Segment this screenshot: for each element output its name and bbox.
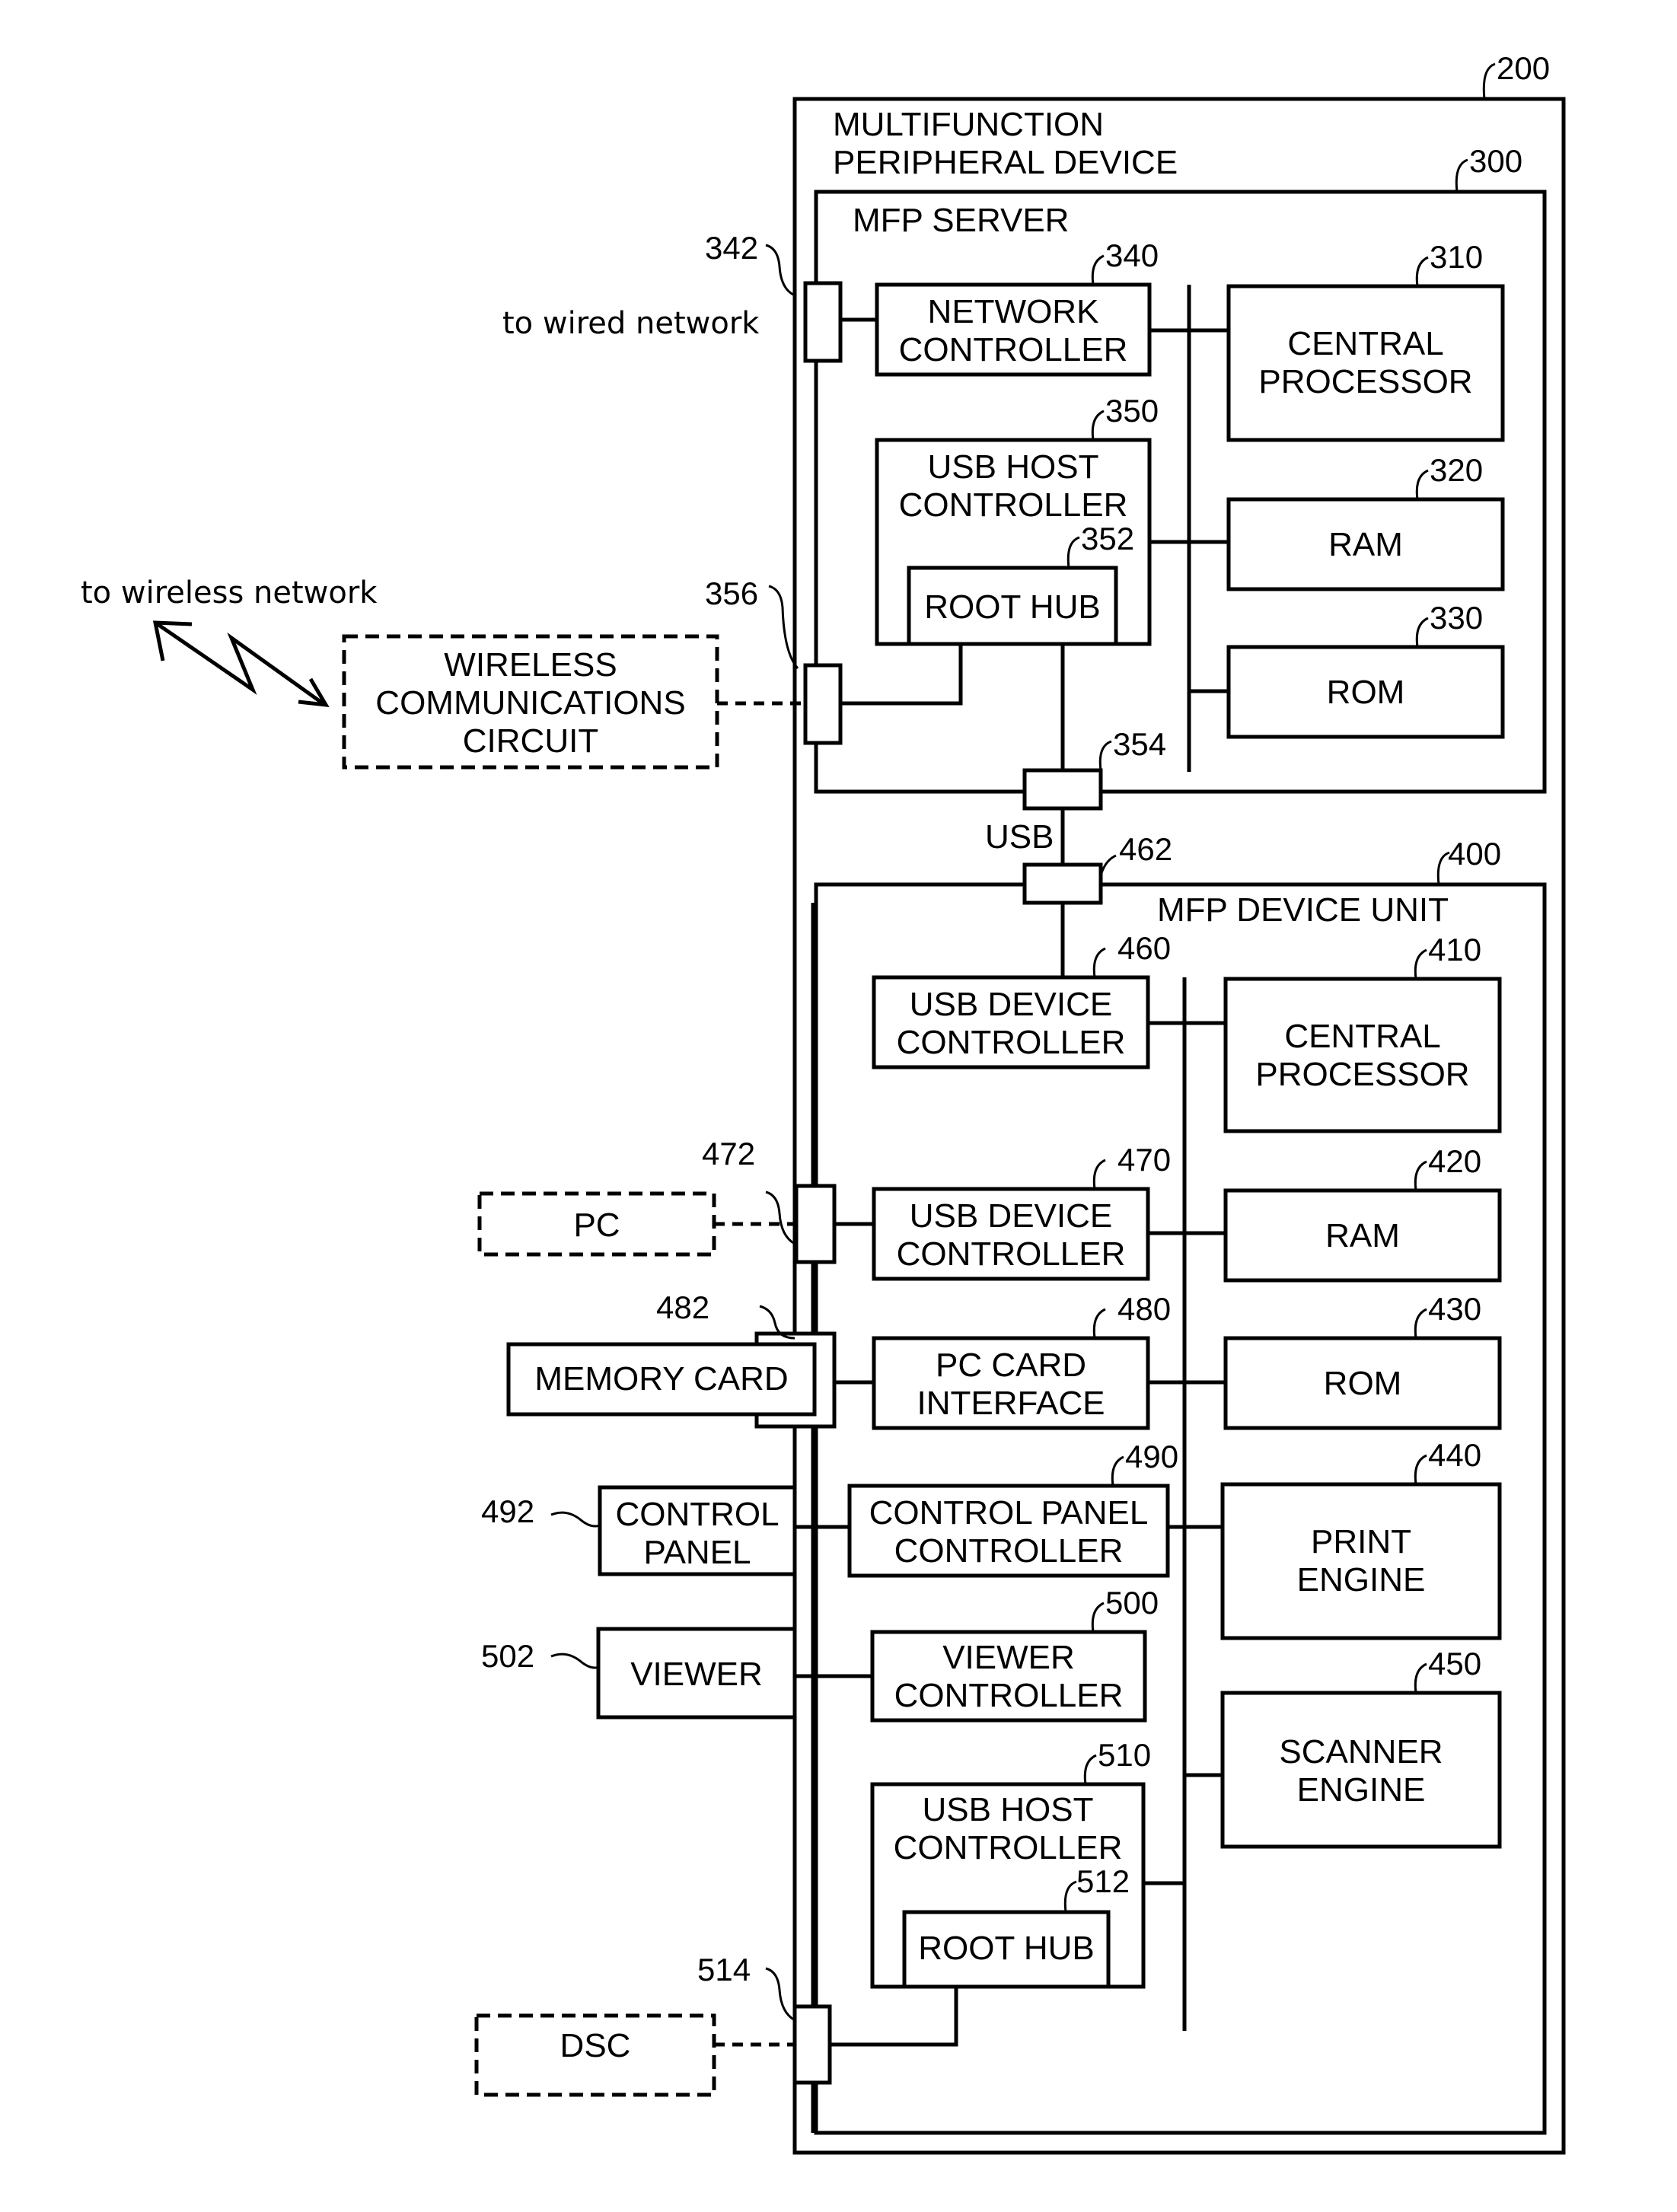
device-unit-title: MFP DEVICE UNIT — [1157, 891, 1449, 929]
control-panel-controller-line2: CONTROLLER — [894, 1532, 1124, 1570]
device-ram-label: RAM — [1325, 1217, 1400, 1254]
ref-430: 430 — [1428, 1291, 1481, 1327]
control-panel-line2: PANEL — [643, 1534, 751, 1571]
ref-440: 440 — [1428, 1437, 1481, 1473]
pc-port-472 — [794, 1184, 837, 1264]
server-usb-host-line2: CONTROLLER — [899, 486, 1128, 524]
device-usb-host-line1: USB HOST — [923, 1791, 1094, 1828]
usb-device-controller-460-line2: CONTROLLER — [897, 1024, 1126, 1061]
usb-device-controller-470-line1: USB DEVICE — [910, 1197, 1113, 1235]
control-panel-line1: CONTROL — [615, 1496, 779, 1533]
ref-320: 320 — [1430, 452, 1483, 488]
dsc-port-514 — [792, 2004, 832, 2085]
device-cpu-box — [1223, 977, 1502, 1133]
server-cpu-line1: CENTRAL — [1287, 325, 1443, 362]
wireless-circuit-line3: CIRCUIT — [463, 722, 598, 760]
memory-card-label: MEMORY CARD — [534, 1360, 788, 1398]
usb-port-354 — [1022, 768, 1103, 811]
network-controller-line2: CONTROLLER — [899, 331, 1128, 368]
ref-502: 502 — [481, 1638, 534, 1674]
mfp-title-line1: MULTIFUNCTION — [833, 106, 1104, 143]
ref-352: 352 — [1081, 521, 1134, 556]
server-rom-label: ROM — [1327, 674, 1405, 711]
server-cpu-line2: PROCESSOR — [1258, 363, 1472, 400]
device-root-hub-label: ROOT HUB — [918, 1930, 1094, 1967]
ref-514: 514 — [697, 1952, 751, 1987]
ref-450: 450 — [1428, 1646, 1481, 1681]
print-engine-line2: ENGINE — [1297, 1561, 1426, 1598]
device-rom-label: ROM — [1324, 1365, 1402, 1402]
ref-420: 420 — [1428, 1143, 1481, 1179]
ref-350: 350 — [1105, 393, 1159, 429]
server-usb-host-line1: USB HOST — [928, 448, 1099, 486]
ref-472: 472 — [702, 1136, 755, 1171]
scanner-engine-line2: ENGINE — [1297, 1771, 1426, 1809]
pc-label: PC — [573, 1206, 620, 1244]
pc-card-interface-line1: PC CARD — [936, 1347, 1086, 1384]
ref-342: 342 — [705, 230, 758, 266]
ref-480: 480 — [1117, 1291, 1171, 1327]
ref-500: 500 — [1105, 1585, 1159, 1621]
viewer-label: VIEWER — [630, 1656, 763, 1693]
ref-460: 460 — [1117, 930, 1171, 966]
wireless-circuit-line2: COMMUNICATIONS — [375, 684, 685, 722]
viewer-controller-line1: VIEWER — [942, 1639, 1075, 1676]
usb-port-462 — [1022, 862, 1103, 905]
ref-462: 462 — [1119, 831, 1172, 867]
usb-device-controller-470-line2: CONTROLLER — [897, 1235, 1126, 1273]
wireless-network-label: to wireless network — [81, 575, 378, 610]
ref-200: 200 — [1497, 50, 1550, 86]
server-root-hub-label: ROOT HUB — [924, 588, 1100, 626]
ref-340: 340 — [1105, 237, 1159, 273]
ref-356: 356 — [705, 575, 758, 611]
ref-354: 354 — [1113, 726, 1166, 762]
wireless-port-356 — [803, 663, 843, 745]
ref-310: 310 — [1430, 239, 1483, 275]
server-ram-label: RAM — [1328, 526, 1403, 563]
control-panel-controller-line1: CONTROL PANEL — [869, 1494, 1149, 1532]
ref-330: 330 — [1430, 600, 1483, 636]
device-cpu-line1: CENTRAL — [1284, 1018, 1440, 1055]
ref-400: 400 — [1448, 836, 1501, 872]
device-cpu-line2: PROCESSOR — [1255, 1056, 1469, 1093]
wired-port-342 — [803, 281, 843, 363]
usb-link-label: USB — [985, 818, 1054, 856]
wireless-signal-icon — [154, 620, 324, 706]
device-usb-host-line2: CONTROLLER — [894, 1829, 1123, 1866]
viewer-controller-line2: CONTROLLER — [894, 1677, 1124, 1714]
ref-482: 482 — [656, 1289, 709, 1325]
pc-card-interface-line2: INTERFACE — [917, 1385, 1105, 1422]
server-title: MFP SERVER — [853, 202, 1069, 239]
ref-300: 300 — [1469, 143, 1522, 179]
usb-device-controller-460-line1: USB DEVICE — [910, 986, 1113, 1023]
ref-512: 512 — [1076, 1863, 1130, 1899]
dsc-label: DSC — [560, 2027, 631, 2064]
mfp-title-line2: PERIPHERAL DEVICE — [833, 144, 1178, 181]
wired-network-label: to wired network — [502, 306, 760, 341]
ref-470: 470 — [1117, 1142, 1171, 1178]
ref-492: 492 — [481, 1493, 534, 1529]
wireless-circuit-line1: WIRELESS — [444, 646, 617, 684]
print-engine-line1: PRINT — [1311, 1523, 1411, 1560]
ref-510: 510 — [1098, 1737, 1151, 1773]
ref-410: 410 — [1428, 932, 1481, 967]
ref-490: 490 — [1125, 1439, 1178, 1474]
network-controller-line1: NETWORK — [928, 293, 1099, 330]
mfp-block-diagram: 200 MULTIFUNCTION PERIPHERAL DEVICE 300 … — [81, 50, 1566, 2155]
scanner-engine-line1: SCANNER — [1279, 1733, 1443, 1771]
